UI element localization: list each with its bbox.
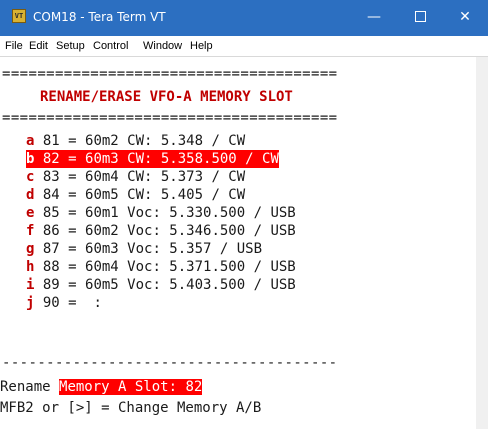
memory-slot-item[interactable]: g 87 = 60m3 Voc: 5.357 / USB <box>26 240 262 258</box>
maximize-button[interactable] <box>397 0 443 36</box>
footer-hint: MFB2 or [>] = Change Memory A/B <box>0 400 262 416</box>
memory-slot-item[interactable]: a 81 = 60m2 CW: 5.348 / CW <box>26 132 245 150</box>
single-rule: -------------------------------------- <box>2 355 338 371</box>
rename-prefix: Rename <box>0 379 60 395</box>
memory-slot-item[interactable]: c 83 = 60m4 CW: 5.373 / CW <box>26 168 245 186</box>
item-text: 89 = 60m5 Voc: 5.403.500 / USB <box>34 277 296 293</box>
terminal-area[interactable]: ====================================== R… <box>0 57 476 429</box>
memory-slot-item[interactable]: h 88 = 60m4 Voc: 5.371.500 / USB <box>26 258 296 276</box>
memory-slot-item[interactable]: f 86 = 60m2 Voc: 5.346.500 / USB <box>26 222 296 240</box>
minimize-button[interactable]: — <box>351 0 397 36</box>
menu-edit[interactable]: Edit <box>29 40 48 52</box>
item-text: 84 = 60m5 CW: 5.405 / CW <box>34 187 246 203</box>
menu-window[interactable]: Window <box>143 40 182 52</box>
item-text: 82 = 60m3 CW: 5.358.500 / CW <box>34 151 279 167</box>
item-text: 87 = 60m3 Voc: 5.357 / USB <box>34 241 263 257</box>
tera-term-window: VT COM18 - Tera Term VT — ✕ File Edit Se… <box>0 0 488 429</box>
maximize-icon <box>414 10 426 22</box>
menu-file[interactable]: File <box>5 40 23 52</box>
memory-slot-item[interactable]: i 89 = 60m5 Voc: 5.403.500 / USB <box>26 276 296 294</box>
item-text: 90 = : <box>34 295 102 311</box>
memory-slot-item[interactable]: d 84 = 60m5 CW: 5.405 / CW <box>26 186 245 204</box>
item-text: 86 = 60m2 Voc: 5.346.500 / USB <box>34 223 296 239</box>
menu-setup[interactable]: Setup <box>56 40 85 52</box>
double-rule-bottom: ====================================== <box>2 110 338 126</box>
menu-control[interactable]: Control <box>93 40 128 52</box>
menu-help[interactable]: Help <box>190 40 213 52</box>
vertical-scrollbar[interactable] <box>476 57 488 429</box>
item-text: 83 = 60m4 CW: 5.373 / CW <box>34 169 246 185</box>
memory-slot-item[interactable]: e 85 = 60m1 Voc: 5.330.500 / USB <box>26 204 296 222</box>
item-text: 81 = 60m2 CW: 5.348 / CW <box>34 133 246 149</box>
window-title: COM18 - Tera Term VT <box>33 10 166 24</box>
memory-slot-item[interactable]: j 90 = : <box>26 294 102 312</box>
memory-slot-item-selected[interactable]: b 82 = 60m3 CW: 5.358.500 / CW <box>26 150 279 168</box>
rename-prompt: Rename Memory A Slot: 82 <box>0 378 203 396</box>
menu-bar: File Edit Setup Control Window Help <box>0 36 488 57</box>
close-button[interactable]: ✕ <box>442 0 488 36</box>
item-text: 88 = 60m4 Voc: 5.371.500 / USB <box>34 259 296 275</box>
tera-term-app-icon[interactable]: VT <box>12 9 26 23</box>
item-text: 85 = 60m1 Voc: 5.330.500 / USB <box>34 205 296 221</box>
menu-heading: RENAME/ERASE VFO-A MEMORY SLOT <box>40 89 293 105</box>
title-bar[interactable]: VT COM18 - Tera Term VT — ✕ <box>0 0 488 36</box>
double-rule-top: ====================================== <box>2 66 338 82</box>
rename-slot-highlight: Memory A Slot: 82 <box>59 379 203 395</box>
